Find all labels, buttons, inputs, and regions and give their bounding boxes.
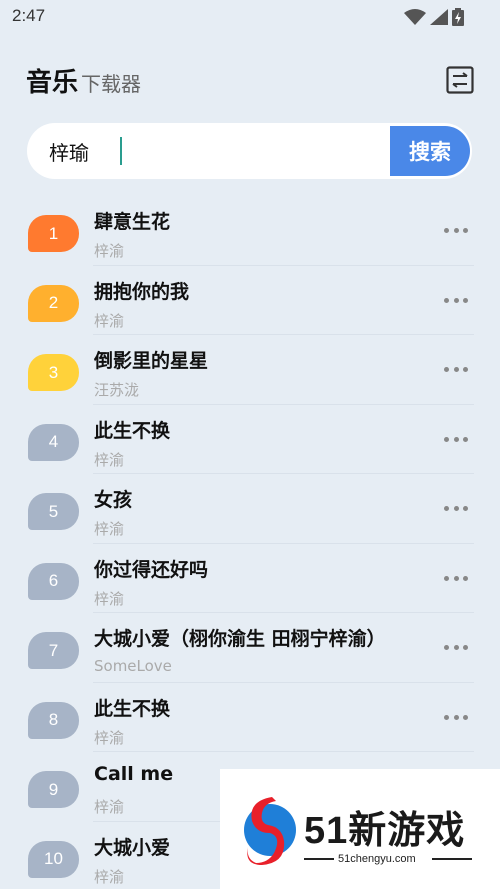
rank-badge: 1 [28, 215, 79, 252]
song-artist: 梓渝 [94, 311, 125, 330]
song-title: 大城小爱 [94, 836, 171, 859]
more-options-icon[interactable] [444, 506, 468, 512]
song-row[interactable]: 4 此生不换 梓渝 [0, 405, 500, 474]
list-toggle-button[interactable] [446, 66, 474, 94]
song-row[interactable]: 1 肆意生花 梓渝 [0, 196, 500, 266]
song-artist: 汪苏泷 [94, 381, 140, 399]
text-caret [120, 137, 122, 165]
battery-icon [452, 8, 464, 26]
song-artist: 梓渝 [94, 520, 125, 538]
song-row[interactable]: 2 拥抱你的我 梓渝 [0, 266, 500, 335]
more-options-icon[interactable] [444, 436, 468, 443]
song-artist: 梓渝 [94, 242, 125, 260]
search-bar: 搜索 [27, 123, 472, 179]
more-options-icon[interactable] [444, 714, 468, 721]
search-button[interactable]: 搜索 [390, 126, 470, 176]
song-row[interactable]: 5 女孩 梓渝 [0, 474, 500, 544]
song-title: 此生不换 [94, 697, 171, 720]
rank-badge: 6 [28, 562, 79, 600]
more-options-icon[interactable] [444, 228, 468, 234]
divider [432, 858, 472, 860]
rank-badge: 7 [28, 632, 79, 669]
app-title: 音乐 [26, 68, 79, 98]
rank-badge: 2 [28, 284, 79, 322]
song-artist: 梓渝 [94, 589, 125, 608]
song-title: 你过得还好吗 [94, 558, 209, 581]
app-subtitle: 下载器 [81, 72, 142, 96]
rank-badge: 10 [28, 840, 79, 878]
song-title: 拥抱你的我 [94, 280, 190, 303]
more-options-icon[interactable] [444, 645, 468, 651]
rank-badge: 5 [28, 493, 79, 530]
song-artist: SomeLove [94, 657, 172, 675]
song-row[interactable]: 3 倒影里的星星 汪苏泷 [0, 335, 500, 405]
song-artist: 梓渝 [94, 450, 125, 469]
status-icons [404, 8, 464, 26]
song-artist: 梓渝 [94, 867, 125, 886]
song-artist: 梓渝 [94, 798, 125, 816]
more-options-icon[interactable] [444, 367, 468, 373]
divider [304, 858, 334, 860]
watermark-url: 51chengyu.com [338, 853, 416, 865]
rank-badge: 9 [28, 771, 79, 808]
rank-badge: 4 [28, 423, 79, 461]
status-bar: 2:47 [0, 0, 500, 34]
song-row[interactable]: 6 你过得还好吗 梓渝 [0, 544, 500, 613]
more-options-icon[interactable] [444, 575, 468, 582]
song-title: 大城小爱（栩你渝生 田栩宁梓渝） [94, 628, 386, 650]
song-artist: 梓渝 [94, 728, 125, 747]
list-toggle-icon [446, 66, 474, 94]
watermark-s-icon [244, 797, 296, 865]
watermark-text: 51新游戏 [304, 810, 466, 852]
search-input[interactable] [49, 135, 379, 167]
song-row[interactable]: 7 大城小爱（栩你渝生 田栩宁梓渝） SomeLove [0, 613, 500, 683]
song-title: 此生不换 [94, 419, 171, 442]
status-time: 2:47 [12, 6, 46, 25]
watermark-logo: 51新游戏 51chengyu.com [220, 769, 500, 889]
wifi-icon [404, 9, 426, 25]
song-row[interactable]: 8 此生不换 梓渝 [0, 683, 500, 752]
rank-badge: 3 [28, 354, 79, 391]
app-header: 音乐 下载器 [26, 62, 141, 98]
signal-icon [430, 9, 448, 25]
song-title: 肆意生花 [94, 211, 171, 233]
song-title: 女孩 [94, 489, 133, 511]
song-title: Call me [94, 763, 174, 785]
rank-badge: 8 [28, 701, 79, 739]
more-options-icon[interactable] [444, 297, 468, 304]
song-title: 倒影里的星星 [94, 350, 209, 372]
